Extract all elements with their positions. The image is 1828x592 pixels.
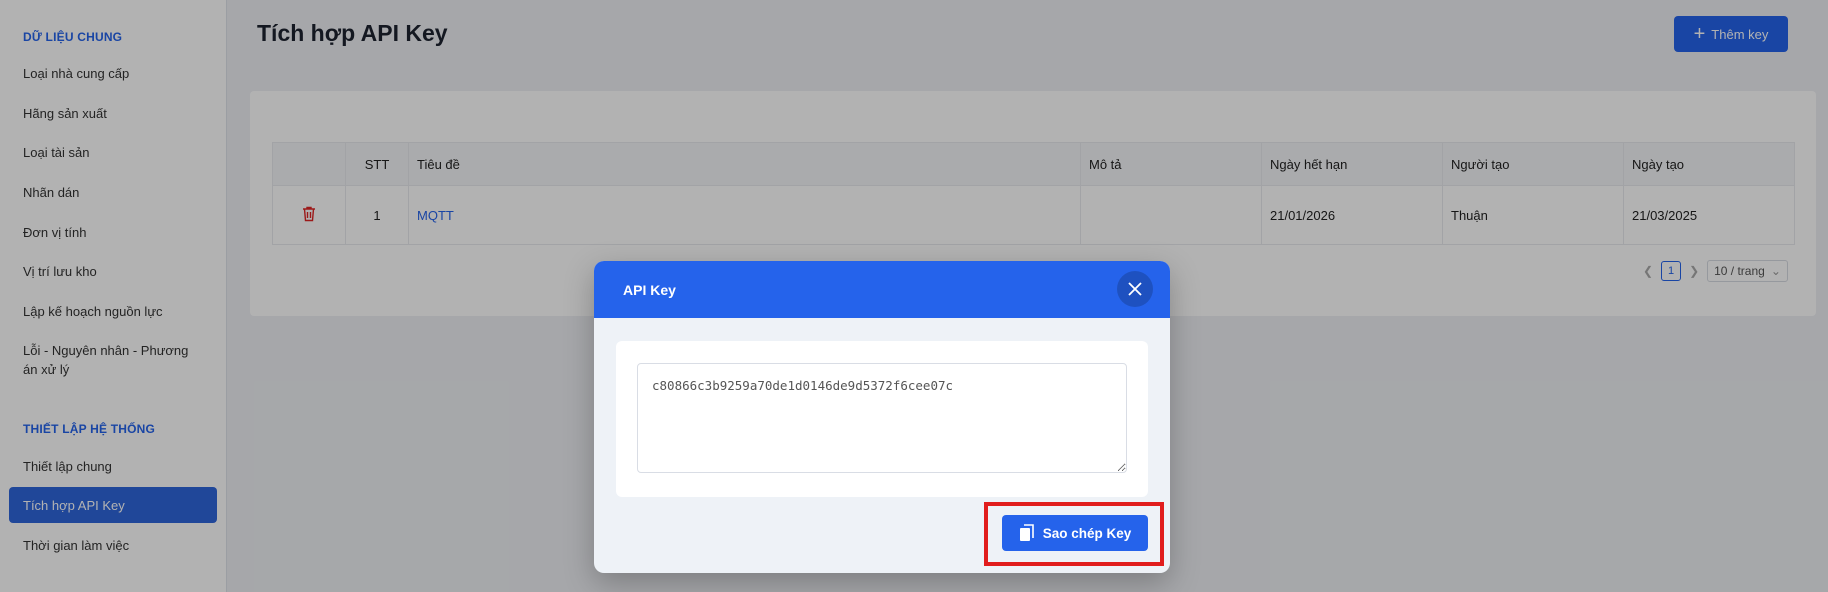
modal-header: API Key — [594, 261, 1170, 318]
close-button[interactable] — [1117, 271, 1153, 307]
highlight-box — [984, 502, 1164, 566]
modal-title: API Key — [623, 281, 676, 298]
modal-body: c80866c3b9259a70de1d0146de9d5372f6cee07c — [616, 341, 1148, 497]
close-icon — [1128, 282, 1142, 296]
api-key-textarea[interactable]: c80866c3b9259a70de1d0146de9d5372f6cee07c — [637, 363, 1127, 473]
